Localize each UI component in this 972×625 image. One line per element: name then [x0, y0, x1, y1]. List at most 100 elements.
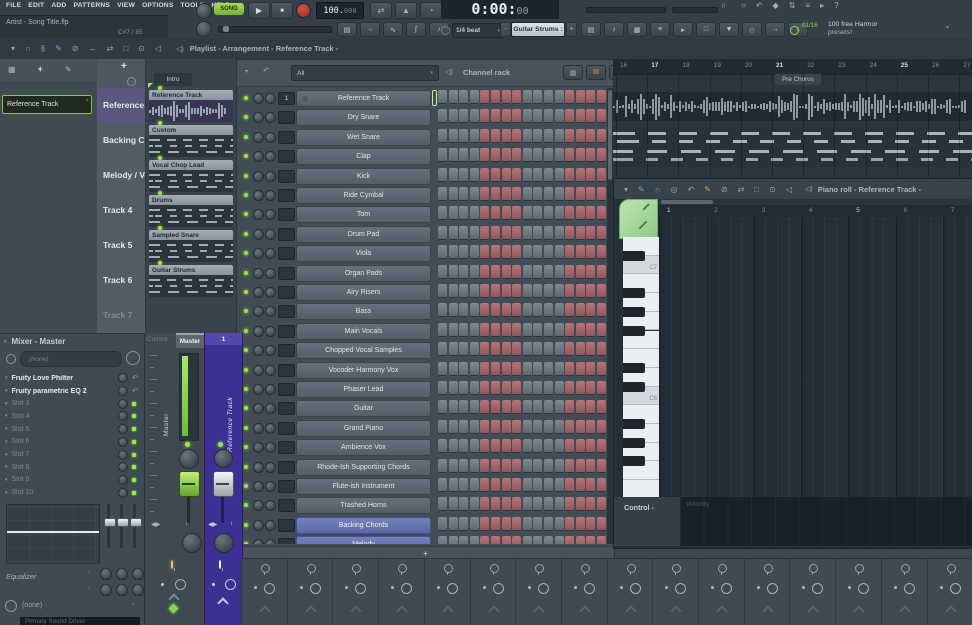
channel-button[interactable]: Guitar	[296, 400, 431, 417]
step-cell[interactable]	[555, 187, 564, 201]
step-cell[interactable]	[576, 226, 585, 240]
delay-clock-icon[interactable]	[310, 583, 321, 594]
step-cell[interactable]	[533, 90, 542, 104]
slot-mix-knob[interactable]	[118, 462, 128, 472]
step-cell[interactable]	[512, 187, 521, 201]
slot-mix-knob[interactable]	[118, 437, 128, 447]
record-dot[interactable]	[620, 586, 623, 589]
select-icon[interactable]: □	[123, 44, 128, 53]
step-cell[interactable]	[533, 478, 542, 492]
step-cell[interactable]	[533, 245, 542, 259]
step-cell[interactable]	[480, 168, 489, 182]
step-cell[interactable]	[586, 362, 595, 376]
step-cell[interactable]	[470, 381, 479, 395]
step-cell[interactable]	[523, 245, 532, 259]
channel-display-box[interactable]: ⋯	[278, 247, 295, 260]
channel-vol-knob[interactable]	[265, 403, 276, 414]
step-cell[interactable]	[555, 245, 564, 259]
step-cell[interactable]	[491, 362, 500, 376]
channel-pan-knob[interactable]	[253, 190, 264, 201]
step-cell[interactable]	[544, 109, 553, 123]
step-cell[interactable]	[459, 420, 468, 434]
clip-sampled-snare[interactable]: Sampled Snare	[149, 230, 233, 262]
record-dot[interactable]	[483, 586, 486, 589]
step-cell[interactable]	[512, 342, 521, 356]
eq-graph[interactable]	[6, 504, 100, 564]
channel-display-box[interactable]: ⋯	[278, 344, 295, 357]
step-cell[interactable]	[438, 109, 447, 123]
channel-vol-knob[interactable]	[265, 481, 276, 492]
channel-pan-knob[interactable]	[253, 209, 264, 220]
mic-icon[interactable]: ◆	[773, 1, 779, 10]
step-cell[interactable]	[470, 459, 479, 473]
channel-enable-led[interactable]	[244, 154, 248, 158]
controller-selector[interactable]: (none)	[22, 602, 42, 609]
step-cell[interactable]	[512, 90, 521, 104]
magnet-icon[interactable]: ∩	[655, 185, 661, 194]
pattern-tab[interactable]: Intro	[154, 73, 192, 86]
step-cell[interactable]	[544, 362, 553, 376]
step-cell[interactable]	[459, 168, 468, 182]
step-cell[interactable]	[470, 323, 479, 337]
piano-key-black[interactable]	[623, 363, 645, 373]
collapse-chevron[interactable]	[671, 605, 682, 616]
piano-key-black[interactable]	[623, 382, 645, 392]
step-cell[interactable]	[459, 536, 468, 544]
step-cell[interactable]	[544, 497, 553, 511]
channel-enable-led[interactable]	[244, 193, 248, 197]
overdub-icon[interactable]: ○	[741, 1, 746, 10]
record-dot[interactable]	[391, 586, 394, 589]
step-cell[interactable]	[449, 459, 458, 473]
channel-button[interactable]: Vocoder Harmony Vox	[296, 362, 431, 379]
piano-key-black[interactable]	[623, 456, 645, 466]
step-cell[interactable]	[502, 536, 511, 544]
channel-pan-knob[interactable]	[253, 229, 264, 240]
enable-led[interactable]	[218, 442, 223, 447]
step-cell[interactable]	[438, 148, 447, 162]
step-cell[interactable]	[502, 303, 511, 317]
channel-enable-led[interactable]	[244, 406, 248, 410]
filter-selector[interactable]: All ▾	[291, 65, 439, 81]
mixer-strip-14[interactable]	[789, 559, 836, 625]
step-cell[interactable]	[533, 109, 542, 123]
channel-button[interactable]: Viola	[296, 245, 431, 262]
undo-icon[interactable]: ↶	[687, 185, 694, 194]
menu-options[interactable]: OPTIONS	[142, 2, 174, 9]
step-cell[interactable]	[586, 420, 595, 434]
step-cell[interactable]	[480, 497, 489, 511]
step-cell[interactable]	[555, 129, 564, 143]
step-cell[interactable]	[512, 129, 521, 143]
step-cell[interactable]	[470, 245, 479, 259]
dropdown-icon[interactable]: ▾	[624, 185, 628, 194]
step-cell[interactable]	[565, 362, 574, 376]
clip-vocal-chop-lead[interactable]: Vocal Chop Lead	[149, 160, 233, 192]
record-dot[interactable]	[254, 586, 257, 589]
step-cell[interactable]	[438, 245, 447, 259]
step-cell[interactable]	[480, 342, 489, 356]
step-cell[interactable]	[597, 148, 606, 162]
channel-vol-knob[interactable]	[265, 326, 276, 337]
step-cell[interactable]	[586, 303, 595, 317]
step-cell[interactable]	[449, 148, 458, 162]
step-cell[interactable]	[491, 342, 500, 356]
piano-roll-ruler[interactable]: 1234567	[659, 205, 972, 217]
step-cell[interactable]	[586, 342, 595, 356]
step-cell[interactable]	[459, 497, 468, 511]
step-cell[interactable]	[565, 168, 574, 182]
step-cell[interactable]	[565, 439, 574, 453]
step-cell[interactable]	[565, 284, 574, 298]
record-dot[interactable]	[212, 583, 215, 586]
channel-button[interactable]: Tom	[296, 206, 431, 223]
step-cell[interactable]	[597, 265, 606, 279]
remote-icon[interactable]: →	[765, 22, 785, 37]
step-cell[interactable]	[459, 245, 468, 259]
menu-view[interactable]: VIEW	[117, 2, 135, 9]
stop-button[interactable]: ■	[271, 2, 293, 19]
collapse-chevron[interactable]	[716, 605, 727, 616]
step-cell[interactable]	[449, 265, 458, 279]
step-cell[interactable]	[555, 478, 564, 492]
chevron-down-icon[interactable]: ▾	[5, 439, 8, 445]
channel-enable-led[interactable]	[244, 542, 248, 544]
piano-key-black[interactable]	[623, 438, 645, 448]
channel-display-box[interactable]: ⋯	[278, 402, 295, 415]
